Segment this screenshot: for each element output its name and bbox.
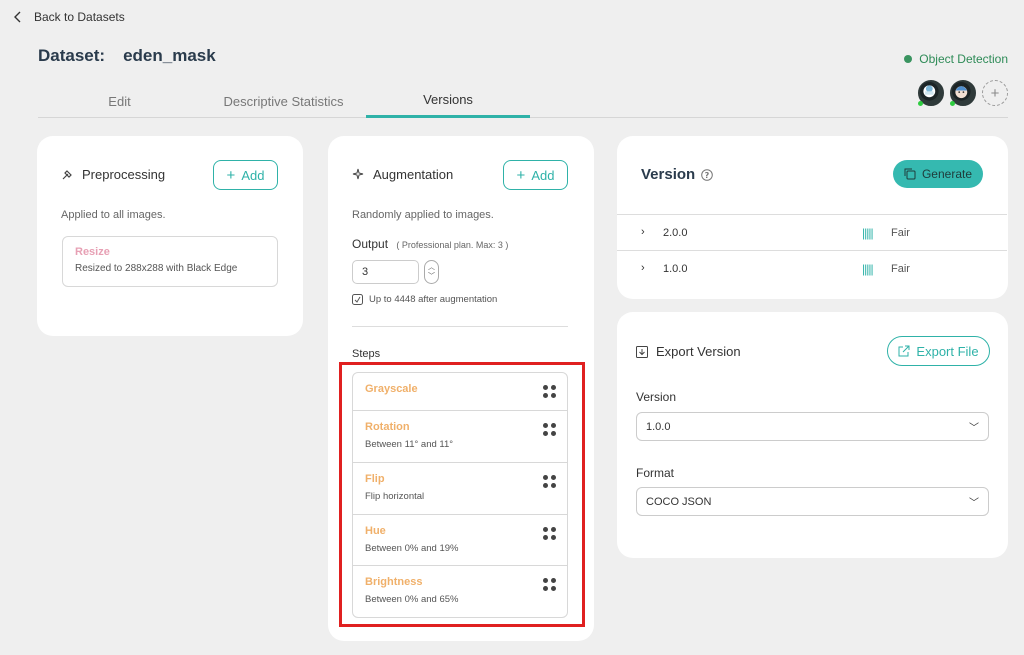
tab-bar: Edit Descriptive Statistics Versions [38,84,1008,118]
output-stepper[interactable]: ︿ ﹀ [424,260,439,284]
plus-icon: + [226,166,236,184]
user-avatar-icon [952,82,971,101]
version-row[interactable]: › 1.0.0 ||||| Fair [617,250,1007,286]
image-check-icon [352,294,363,305]
help-icon[interactable]: ? [701,168,714,181]
generate-label: Generate [921,167,973,181]
export-title: Export Version [656,344,741,359]
tab-edit[interactable]: Edit [38,84,201,118]
version-title: Version [641,166,696,183]
format-select-label: Format [636,466,675,480]
version-quality: Fair [891,263,910,275]
plus-icon: + [990,84,1000,102]
augmentation-subtitle: Randomly applied to images. [352,209,494,221]
augmentation-note-text: Up to 4448 after augmentation [369,294,498,305]
augmentation-header: Augmentation [352,167,453,182]
add-collaborator-button[interactable]: + [982,80,1008,106]
format-select-value: COCO JSON [646,496,712,508]
collaborator-avatars: + [918,80,1008,106]
avatar[interactable] [950,80,976,106]
version-select-label: Version [636,390,677,404]
add-label: Add [531,167,555,183]
preprocessing-item[interactable]: Resize Resized to 288x288 with Black Edg… [62,236,278,287]
augmentation-title: Augmentation [373,167,454,182]
online-indicator [950,101,955,106]
back-label: Back to Datasets [34,10,125,24]
chevron-right-icon[interactable]: › [641,226,645,238]
generate-button[interactable]: Generate [893,160,983,188]
preprocessing-title: Preprocessing [82,167,166,182]
version-select-value: 1.0.0 [646,421,671,433]
chevron-down-icon[interactable]: ﹀ [428,272,435,281]
preprocessing-card: Preprocessing + Add Applied to all image… [37,136,303,336]
version-header: Version ? [641,166,714,183]
export-card: Export Version Export File Version 1.0.0… [617,312,1008,558]
copy-icon [904,168,916,180]
quality-bars-icon: ||||| [862,226,874,240]
download-icon [636,345,648,358]
output-label-text: Output [352,237,389,251]
preprocessing-header: Preprocessing [61,167,165,182]
chevron-down-icon: ﹀ [969,423,979,434]
version-card: Version ? Generate › 2.0.0 ||||| Fair › … [617,136,1008,299]
version-number: 1.0.0 [663,263,688,275]
user-avatar-icon [920,82,939,101]
tab-versions[interactable]: Versions [366,84,530,118]
sparkle-icon [352,168,364,180]
export-file-button[interactable]: Export File [887,336,990,366]
export-file-label: Export File [916,343,979,359]
svg-text:?: ? [705,171,710,180]
preprocessing-item-desc: Resized to 288x288 with Black Edge [75,263,238,274]
divider [352,326,568,327]
highlight-box [339,362,585,627]
export-header: Export Version [636,344,741,359]
page-title: Dataset: eden_mask [38,46,216,66]
steps-label: Steps [352,348,381,360]
status-dot-icon [904,55,913,63]
tab-descriptive-statistics[interactable]: Descriptive Statistics [201,84,366,118]
dataset-prefix: Dataset: [38,46,106,65]
dataset-name: eden_mask [123,46,216,65]
add-preprocessing-button[interactable]: + Add [213,160,278,190]
version-number: 2.0.0 [663,227,688,239]
output-hint: ( Professional plan. Max: 3 ) [396,240,509,250]
avatar[interactable] [918,80,944,106]
add-augmentation-button[interactable]: + Add [503,160,568,190]
output-label: Output ( Professional plan. Max: 3 ) [352,237,508,251]
project-type-badge: Object Detection [904,52,1008,66]
plus-icon: + [516,166,526,184]
add-label: Add [241,167,265,183]
brush-icon [62,170,72,180]
external-link-icon [898,345,910,357]
augmentation-note: Up to 4448 after augmentation [352,294,497,305]
preprocessing-item-name: Resize [75,246,110,258]
version-row[interactable]: › 2.0.0 ||||| Fair [617,214,1007,250]
project-type-label: Object Detection [919,52,1008,66]
chevron-right-icon[interactable]: › [641,262,645,274]
chevron-left-icon [14,11,21,23]
preprocessing-subtitle: Applied to all images. [61,209,166,221]
format-select[interactable]: COCO JSON ﹀ [636,487,989,516]
quality-bars-icon: ||||| [862,262,874,276]
chevron-down-icon: ﹀ [969,498,979,509]
version-select[interactable]: 1.0.0 ﹀ [636,412,989,441]
version-quality: Fair [891,227,910,239]
output-count-input[interactable]: 3 [352,260,419,284]
online-indicator [918,101,923,106]
back-to-datasets-link[interactable]: Back to Datasets [14,10,125,24]
chevron-up-icon[interactable]: ︿ [428,263,435,272]
